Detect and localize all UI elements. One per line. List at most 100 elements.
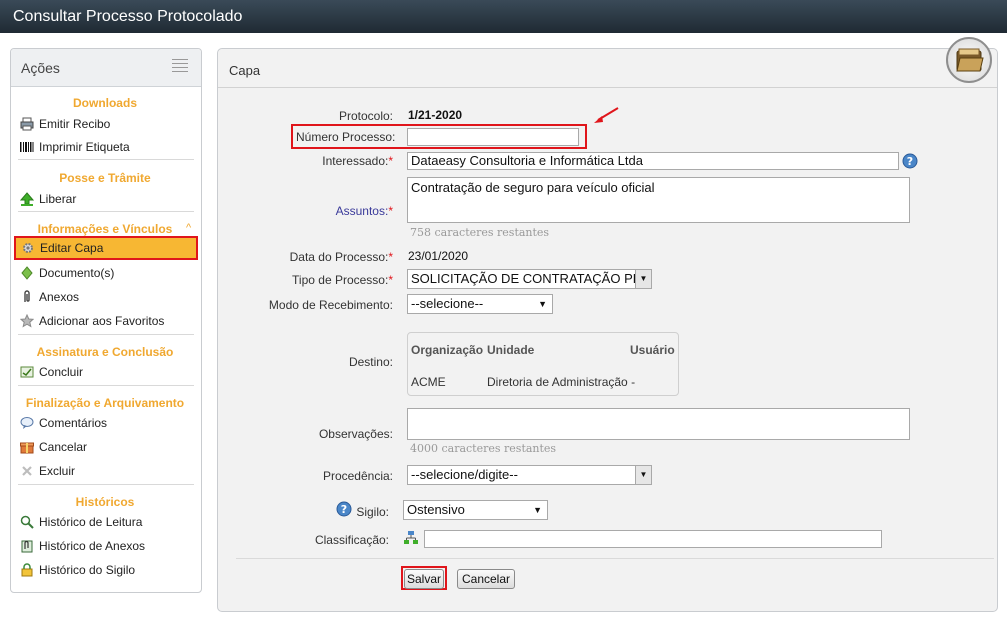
sidebar-item-label: Liberar bbox=[39, 192, 77, 206]
comment-icon bbox=[20, 416, 34, 430]
attachment-history-icon bbox=[20, 539, 34, 553]
data-processo-label: Data do Processo:* bbox=[289, 250, 393, 264]
section-finalizacao: Finalização e Arquivamento bbox=[25, 396, 185, 410]
divider bbox=[18, 159, 194, 160]
protocolo-label: Protocolo: bbox=[338, 109, 393, 123]
sidebar-item-label: Cancelar bbox=[39, 440, 88, 454]
gift-icon bbox=[20, 440, 34, 454]
procedencia-select[interactable]: --selecione/digite-- ▼ bbox=[407, 465, 652, 485]
folder-icon bbox=[956, 48, 984, 72]
sidebar-item-imprimir-etiqueta[interactable]: Imprimir Etiqueta bbox=[20, 137, 130, 157]
destino-label: Destino: bbox=[348, 355, 393, 369]
help-icon[interactable]: ? bbox=[336, 501, 352, 517]
lock-icon bbox=[20, 563, 34, 577]
section-historicos: Históricos bbox=[75, 495, 135, 509]
assuntos-textarea[interactable]: Contratação de seguro para veículo ofici… bbox=[407, 177, 910, 223]
section-assinatura: Assinatura e Conclusão bbox=[36, 345, 174, 359]
sidebar-item-concluir[interactable]: Concluir bbox=[20, 362, 83, 382]
chevron-up-icon[interactable]: ^ bbox=[186, 222, 191, 234]
sidebar-item-label: Anexos bbox=[39, 290, 80, 304]
document-icon bbox=[20, 266, 34, 280]
panel-title: Capa bbox=[229, 63, 261, 78]
section-posse: Posse e Trâmite bbox=[59, 171, 151, 185]
sidebar-item-documentos[interactable]: Documento(s) bbox=[20, 263, 114, 283]
destino-organizacao-cell: ACME bbox=[411, 375, 446, 389]
star-icon bbox=[19, 313, 35, 328]
divider bbox=[18, 334, 194, 335]
dropdown-arrow-icon[interactable]: ▼ bbox=[635, 466, 651, 484]
sidebar-item-label: Editar Capa bbox=[40, 241, 104, 255]
sidebar-item-label: Comentários bbox=[39, 416, 108, 430]
tipo-processo-label: Tipo de Processo:* bbox=[292, 273, 393, 287]
folder-button[interactable] bbox=[946, 37, 992, 83]
save-button[interactable]: Salvar bbox=[404, 569, 444, 589]
classificacao-input[interactable] bbox=[424, 530, 882, 548]
sidebar-item-historico-anexos[interactable]: Histórico de Anexos bbox=[20, 536, 145, 556]
classificacao-label: Classificação: bbox=[314, 533, 389, 547]
sidebar-item-anexos[interactable]: Anexos bbox=[20, 287, 79, 307]
sidebar-item-label: Emitir Recibo bbox=[39, 117, 111, 131]
protocolo-value: 1/21-2020 bbox=[408, 108, 463, 122]
sidebar-item-label: Histórico de Leitura bbox=[39, 515, 143, 529]
destino-unidade-cell: Diretoria de Administração - bbox=[487, 375, 636, 389]
section-info: Informações e Vínculos bbox=[37, 222, 173, 236]
dropdown-arrow-icon[interactable]: ▼ bbox=[635, 270, 651, 288]
sidebar-item-label: Histórico de Anexos bbox=[39, 539, 146, 553]
destino-table: Organização Unidade Usuário ACME Diretor… bbox=[407, 332, 679, 396]
assuntos-char-counter: 758 caracteres restantes bbox=[410, 226, 550, 239]
sidebar-item-label: Excluir bbox=[39, 464, 76, 478]
sidebar-item-historico-sigilo[interactable]: Histórico do Sigilo bbox=[20, 560, 135, 580]
cancel-button[interactable]: Cancelar bbox=[457, 569, 515, 589]
panel-header: Capa bbox=[218, 49, 997, 88]
interessado-input[interactable]: Dataeasy Consultoria e Informática Ltda bbox=[407, 152, 899, 170]
numero-processo-label: Número Processo: bbox=[296, 130, 396, 144]
assuntos-label: Assuntos:* bbox=[335, 204, 393, 218]
divider bbox=[236, 558, 994, 559]
dropdown-arrow-icon: ▼ bbox=[538, 299, 547, 309]
collapse-menu-icon[interactable] bbox=[172, 59, 188, 73]
sidebar-item-label: Imprimir Etiqueta bbox=[39, 140, 130, 154]
section-downloads: Downloads bbox=[72, 96, 137, 110]
printer-icon bbox=[20, 117, 34, 131]
sidebar-item-comentarios[interactable]: Comentários bbox=[20, 413, 107, 433]
sidebar-item-label: Adicionar aos Favoritos bbox=[39, 314, 165, 328]
sidebar-header: Ações bbox=[11, 49, 201, 87]
close-icon bbox=[20, 464, 34, 478]
sidebar-item-label: Histórico do Sigilo bbox=[39, 563, 136, 577]
column-header-unidade: Unidade bbox=[487, 343, 535, 357]
sidebar-title: Ações bbox=[21, 60, 60, 76]
sidebar-item-favoritos[interactable]: Adicionar aos Favoritos bbox=[19, 311, 165, 331]
svg-text:?: ? bbox=[341, 503, 347, 516]
tipo-processo-select[interactable]: SOLICITAÇÃO DE CONTRATAÇÃO PR ▼ bbox=[407, 269, 652, 289]
sidebar-item-emitir-recibo[interactable]: Emitir Recibo bbox=[20, 114, 110, 134]
help-icon[interactable]: ? bbox=[902, 153, 918, 169]
sidebar-item-label: Concluir bbox=[39, 365, 84, 379]
modo-recebimento-label: Modo de Recebimento: bbox=[268, 298, 393, 312]
observacoes-textarea[interactable] bbox=[407, 408, 910, 440]
svg-text:?: ? bbox=[907, 155, 913, 168]
modo-recebimento-select[interactable]: --selecione-- ▼ bbox=[407, 294, 553, 314]
sidebar-item-historico-leitura[interactable]: Histórico de Leitura bbox=[20, 512, 142, 532]
annotation-arrow-icon bbox=[594, 107, 619, 123]
sidebar-item-cancelar[interactable]: Cancelar bbox=[20, 437, 87, 457]
magnifier-icon bbox=[20, 515, 34, 529]
tree-hierarchy-icon[interactable] bbox=[403, 530, 419, 546]
sidebar-item-label: Documento(s) bbox=[39, 266, 115, 280]
interessado-label: Interessado:* bbox=[322, 154, 393, 168]
numero-processo-input[interactable] bbox=[407, 128, 579, 146]
barcode-icon bbox=[20, 140, 34, 154]
window-title: Consultar Processo Protocolado bbox=[0, 0, 1007, 33]
sidebar-item-editar-capa[interactable]: Editar Capa bbox=[14, 236, 198, 260]
sigilo-label: Sigilo: bbox=[356, 505, 389, 519]
observacoes-char-counter: 4000 caracteres restantes bbox=[410, 442, 557, 455]
divider bbox=[18, 385, 194, 386]
sidebar-item-liberar[interactable]: Liberar bbox=[19, 189, 77, 209]
sidebar-item-excluir[interactable]: Excluir bbox=[20, 461, 75, 481]
dropdown-arrow-icon: ▼ bbox=[533, 505, 542, 515]
sigilo-select[interactable]: Ostensivo ▼ bbox=[403, 500, 548, 520]
conclude-icon bbox=[20, 365, 34, 379]
divider bbox=[18, 211, 194, 212]
data-processo-value: 23/01/2020 bbox=[408, 249, 469, 263]
divider bbox=[18, 484, 194, 485]
upload-arrow-icon bbox=[19, 192, 35, 206]
